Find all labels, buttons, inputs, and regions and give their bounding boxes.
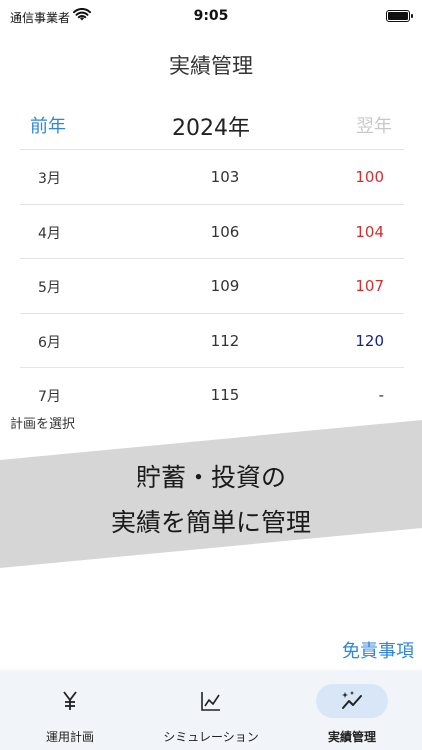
plan-cell: 104: [355, 222, 384, 241]
actual-cell: 103: [210, 168, 240, 186]
actual-cell: 106: [210, 222, 240, 241]
disclaimer-link[interactable]: 免責事項: [342, 637, 414, 663]
status-bar: 通信事業者 9:05: [0, 0, 422, 32]
chart-icon: [201, 692, 220, 711]
tab-plan[interactable]: 運用計画: [0, 670, 140, 750]
month-cell: 6月: [38, 334, 61, 351]
sparkle-chart-icon: [342, 691, 362, 709]
table-row[interactable]: 3月 103 100: [20, 149, 404, 204]
actual-cell: 112: [210, 331, 240, 350]
tab-label: 運用計画: [45, 730, 94, 744]
battery-icon: [386, 10, 413, 22]
actual-cell: 115: [210, 386, 240, 404]
month-cell: 5月: [38, 280, 61, 296]
promo-banner-line1: 貯蓄・投資の: [135, 463, 286, 492]
table-row[interactable]: 5月 109 107: [20, 258, 404, 313]
actual-cell: 109: [210, 277, 240, 295]
next-year-button[interactable]: 翌年: [356, 112, 392, 138]
plan-cell: 107: [355, 277, 384, 295]
plan-cell: -: [378, 386, 384, 404]
tab-bar: 運用計画 シミュレーション 実績管理: [0, 670, 422, 750]
month-cell: 4月: [38, 225, 61, 242]
promo-banner-line2: 実績を簡単に管理: [110, 508, 311, 537]
yen-icon: [63, 691, 77, 710]
month-cell: 7月: [38, 389, 61, 405]
status-time: 9:05: [193, 8, 229, 24]
table-row[interactable]: 4月 106 104: [20, 203, 404, 259]
tab-label: シミュレーション: [163, 730, 259, 744]
table-row[interactable]: 6月 112 120: [20, 312, 404, 368]
month-cell: 3月: [38, 171, 61, 187]
tab-simulation[interactable]: シミュレーション: [141, 670, 281, 750]
results-table: 3月 103 100 4月 106 104 5月 109 107 6月 112 …: [20, 149, 404, 422]
plan-cell: 100: [355, 168, 384, 186]
plan-cell: 120: [355, 331, 384, 350]
table-row[interactable]: 7月 115 -: [20, 367, 404, 422]
tab-label: 実績管理: [327, 730, 376, 744]
page-title: 実績管理: [169, 54, 253, 78]
plan-select-label[interactable]: 計画を選択: [10, 413, 75, 432]
tab-results[interactable]: 実績管理: [282, 670, 422, 750]
